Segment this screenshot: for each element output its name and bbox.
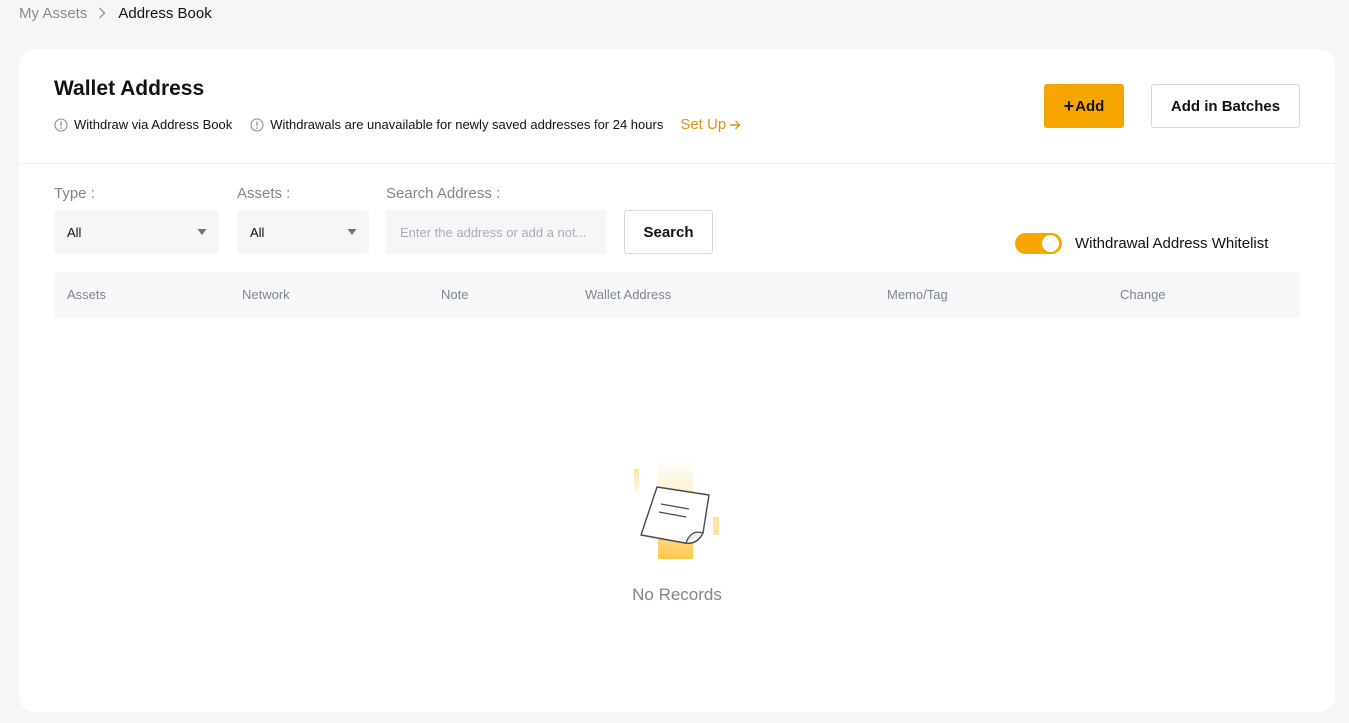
add-button[interactable]: + Add bbox=[1044, 84, 1124, 128]
whitelist-label: Withdrawal Address Whitelist bbox=[1075, 235, 1269, 252]
note-withdrawal-delay-text: Withdrawals are unavailable for newly sa… bbox=[270, 117, 664, 132]
toggle-knob bbox=[1042, 235, 1059, 252]
column-memo-tag: Memo/Tag bbox=[887, 287, 948, 302]
breadcrumb-my-assets[interactable]: My Assets bbox=[19, 5, 87, 22]
search-address-input[interactable] bbox=[386, 210, 606, 254]
card-header: Wallet Address Withdraw via Address Book… bbox=[19, 49, 1335, 164]
type-filter-label: Type : bbox=[54, 185, 95, 202]
column-assets: Assets bbox=[67, 287, 107, 302]
breadcrumb-address-book: Address Book bbox=[118, 4, 212, 22]
setup-link-label: Set Up bbox=[680, 116, 727, 133]
column-change: Change bbox=[1120, 287, 1166, 302]
column-wallet-address: Wallet Address bbox=[585, 287, 672, 302]
type-select-value: All bbox=[67, 224, 82, 240]
breadcrumb: My Assets Address Book bbox=[19, 4, 212, 22]
whitelist-toggle[interactable] bbox=[1015, 233, 1062, 254]
caret-down-icon bbox=[347, 229, 357, 235]
arrow-right-icon bbox=[730, 120, 741, 129]
caret-down-icon bbox=[197, 229, 207, 235]
search-button[interactable]: Search bbox=[624, 210, 713, 254]
assets-select[interactable]: All bbox=[237, 210, 369, 254]
no-records-illustration bbox=[631, 459, 731, 568]
chevron-right-icon bbox=[98, 7, 106, 19]
plus-icon: + bbox=[1063, 96, 1075, 116]
assets-select-value: All bbox=[250, 224, 265, 240]
table-header: Assets Network Note Wallet Address Memo/… bbox=[54, 272, 1300, 318]
column-network: Network bbox=[242, 287, 290, 302]
setup-link[interactable]: Set Up bbox=[680, 116, 741, 133]
info-icon bbox=[54, 117, 68, 132]
info-icon bbox=[250, 117, 264, 132]
column-note: Note bbox=[441, 287, 469, 302]
add-in-batches-button[interactable]: Add in Batches bbox=[1151, 84, 1300, 128]
no-records-text: No Records bbox=[632, 585, 722, 604]
notes-row: Withdraw via Address Book Withdrawals ar… bbox=[54, 116, 741, 133]
add-button-label: Add bbox=[1075, 97, 1105, 115]
wallet-address-card: Wallet Address Withdraw via Address Book… bbox=[19, 49, 1335, 712]
whitelist-toggle-group[interactable]: Withdrawal Address Whitelist bbox=[1015, 233, 1268, 254]
search-address-label: Search Address : bbox=[386, 185, 501, 202]
note-withdrawal-delay: Withdrawals are unavailable for newly sa… bbox=[250, 117, 663, 132]
page-title: Wallet Address bbox=[54, 77, 205, 100]
assets-filter-label: Assets : bbox=[237, 185, 291, 202]
note-address-book-text: Withdraw via Address Book bbox=[74, 117, 233, 132]
note-address-book: Withdraw via Address Book bbox=[54, 117, 232, 132]
type-select[interactable]: All bbox=[54, 210, 219, 254]
